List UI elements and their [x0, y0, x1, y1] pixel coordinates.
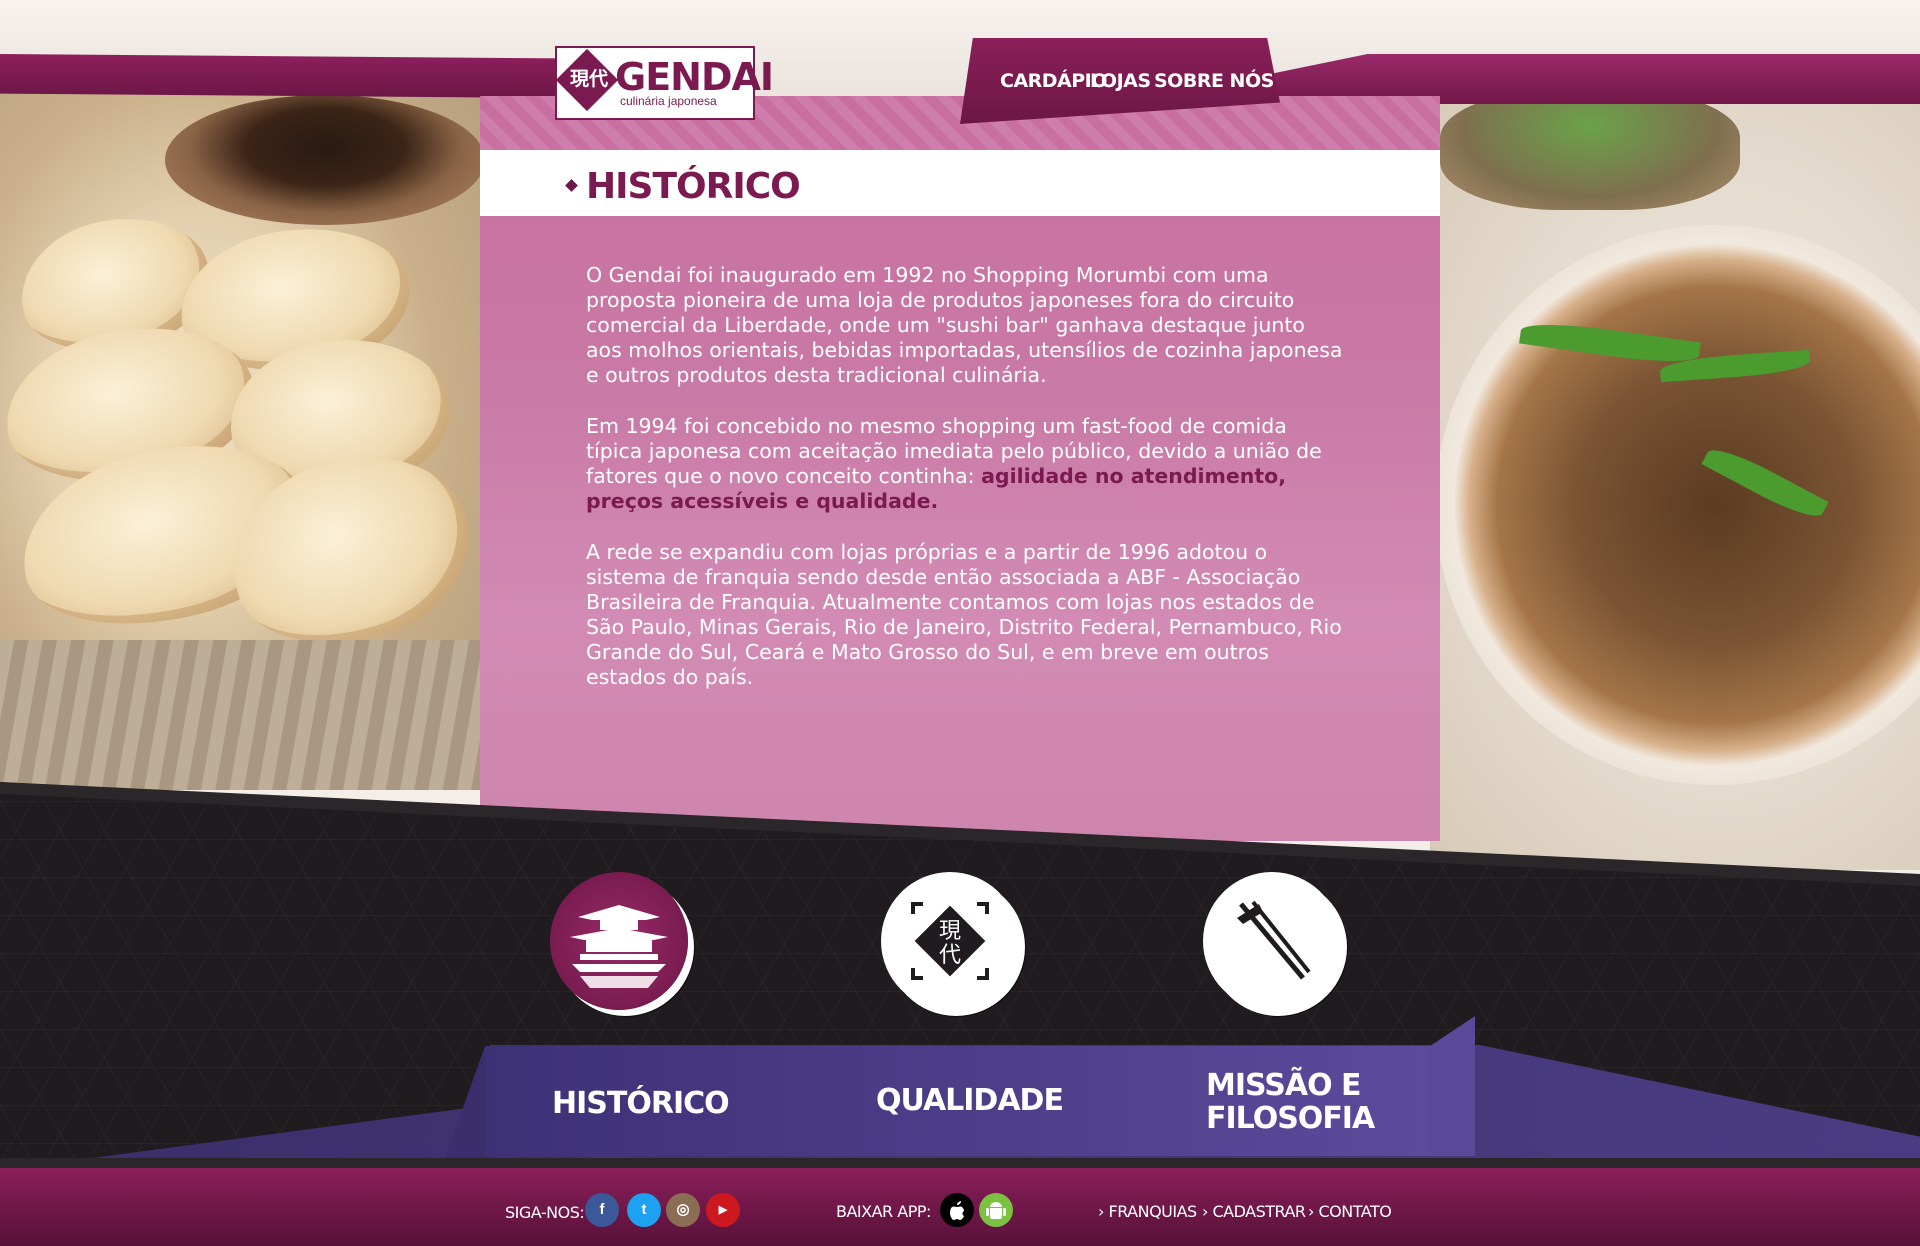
tab-missao-line1: MISSÃO E: [1206, 1068, 1362, 1103]
facebook-icon[interactable]: f: [585, 1193, 619, 1227]
tab-historico[interactable]: HISTÓRICO: [552, 1086, 730, 1121]
gendai-mark-icon[interactable]: 現 代: [881, 872, 1019, 1010]
apple-icon[interactable]: [940, 1193, 974, 1227]
footer-link-contato[interactable]: › CONTATO: [1308, 1202, 1392, 1221]
tab-missao-line2: FILOSOFIA: [1206, 1101, 1375, 1136]
twitter-icon[interactable]: t: [627, 1193, 661, 1227]
history-paragraph-1: O Gendai foi inaugurado em 1992 no Shopp…: [586, 263, 1343, 387]
android-icon[interactable]: [979, 1193, 1013, 1227]
chopsticks-icon[interactable]: [1203, 872, 1341, 1010]
header-band-left: [0, 54, 560, 98]
tab-missao-filosofia[interactable]: MISSÃO E FILOSOFIA: [1206, 1068, 1375, 1136]
herb-bowl: [1440, 90, 1740, 210]
nav-sobre-nos[interactable]: SOBRE NÓS: [1154, 70, 1274, 92]
logo-tagline: culinária japonesa: [620, 94, 717, 108]
footer-link-cadastrar[interactable]: › CADASTRAR: [1202, 1202, 1306, 1221]
temple-icon[interactable]: [550, 872, 688, 1010]
instagram-icon[interactable]: ◎: [666, 1193, 700, 1227]
footer-link-franquias[interactable]: › FRANQUIAS: [1098, 1202, 1197, 1221]
follow-label: SIGA-NOS:: [505, 1203, 585, 1222]
page-title: HISTÓRICO: [586, 166, 801, 207]
footer-link-franquias-label: FRANQUIAS: [1108, 1202, 1197, 1221]
cloth-napkin: [0, 640, 480, 790]
footer-link-contato-label: CONTATO: [1318, 1202, 1392, 1221]
youtube-icon[interactable]: ▶: [706, 1193, 740, 1227]
logo-kanji: 現代: [569, 69, 608, 90]
footer-link-cadastrar-label: CADASTRAR: [1212, 1202, 1306, 1221]
app-label: BAIXAR APP:: [836, 1202, 931, 1221]
svg-text:現: 現: [939, 919, 961, 944]
nav-lojas[interactable]: LOJAS: [1090, 70, 1151, 92]
history-paragraph-3: A rede se expandiu com lojas próprias e …: [586, 540, 1342, 689]
logo-wordmark: GENDAI: [615, 55, 774, 99]
history-paragraph-2: Em 1994 foi concebido no mesmo shopping …: [586, 414, 1346, 514]
svg-text:代: 代: [939, 943, 961, 968]
tab-qualidade[interactable]: QUALIDADE: [876, 1083, 1064, 1118]
soy-sauce-bowl: [165, 95, 485, 225]
